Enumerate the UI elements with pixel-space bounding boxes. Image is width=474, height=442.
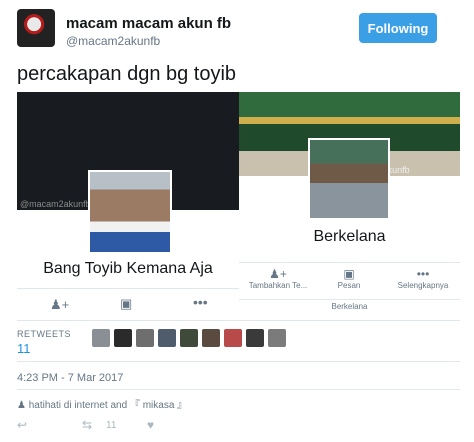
more-button[interactable]: ••• Selengkapnya	[389, 267, 457, 290]
context-line: ♟ hatihati di internet and 『 mikasa 』	[17, 396, 187, 411]
retweeter-avatar[interactable]	[92, 329, 110, 347]
card-actions: ♟+ Tambahkan Te... ▣ Pesan ••• Selengkap…	[239, 262, 460, 293]
watermark: @macam2akunfb	[20, 199, 91, 209]
retweet-icon[interactable]: ⇆	[82, 418, 92, 432]
retweeter-avatar[interactable]	[158, 329, 176, 347]
user-handle[interactable]: @macam2akunfb	[66, 34, 160, 48]
person-icon: ♟	[17, 400, 26, 411]
add-friend-button[interactable]: ♟+ Tambahkan Te...	[242, 267, 314, 290]
tweet-timestamp[interactable]: 4:23 PM - 7 Mar 2017	[17, 372, 123, 384]
add-friend-icon: ♟+	[269, 267, 287, 281]
display-name[interactable]: macam macam akun fb	[66, 15, 231, 32]
profile-picture	[88, 170, 172, 254]
message-icon[interactable]: ▣	[120, 296, 132, 312]
card-actions: ♟+ ▣ •••	[17, 288, 239, 320]
retweets-count[interactable]: 11	[17, 341, 31, 356]
retweeter-avatar[interactable]	[136, 329, 154, 347]
more-icon: •••	[416, 267, 430, 281]
message-button[interactable]: ▣ Pesan	[319, 267, 379, 290]
message-icon: ▣	[343, 267, 355, 281]
action-label: Pesan	[337, 281, 361, 290]
retweeter-avatar[interactable]	[268, 329, 286, 347]
add-friend-icon[interactable]: ♟+	[50, 297, 69, 313]
action-label: Tambahkan Te...	[248, 281, 308, 290]
retweeter-avatars	[92, 329, 290, 349]
profile-picture	[308, 138, 390, 220]
action-label: Selengkapnya	[397, 281, 449, 290]
subtab-label: Berkelana	[239, 299, 460, 311]
context-text[interactable]: hatihati di internet and 『 mikasa 』	[29, 400, 187, 411]
retweeter-avatar[interactable]	[246, 329, 264, 347]
retweet-stats: RETWEETS 11	[17, 320, 460, 362]
retweeter-avatar[interactable]	[202, 329, 220, 347]
reply-icon[interactable]: ↩	[17, 418, 27, 432]
profile-name: Berkelana	[313, 228, 386, 245]
retweeter-avatar[interactable]	[224, 329, 242, 347]
profile-card-2: @macam2akunfb Berkelana ♟+ Tambahkan Te.…	[239, 92, 460, 314]
profile-name: Bang Toyib Kemana Aja	[43, 260, 213, 277]
user-avatar[interactable]	[17, 9, 55, 47]
retweeter-avatar[interactable]	[180, 329, 198, 347]
divider	[17, 389, 460, 390]
like-icon[interactable]: ♥	[147, 418, 154, 432]
retweet-count: 11	[106, 420, 117, 431]
following-button[interactable]: Following	[359, 13, 437, 43]
more-icon[interactable]: •••	[193, 294, 208, 310]
profile-card-1: @macam2akunfb Bang Toyib Kemana Aja ♟+ ▣…	[17, 92, 239, 320]
tweet-text: percakapan dgn bg toyib	[17, 63, 237, 85]
retweets-label: RETWEETS	[17, 329, 72, 339]
retweeter-avatar[interactable]	[114, 329, 132, 347]
